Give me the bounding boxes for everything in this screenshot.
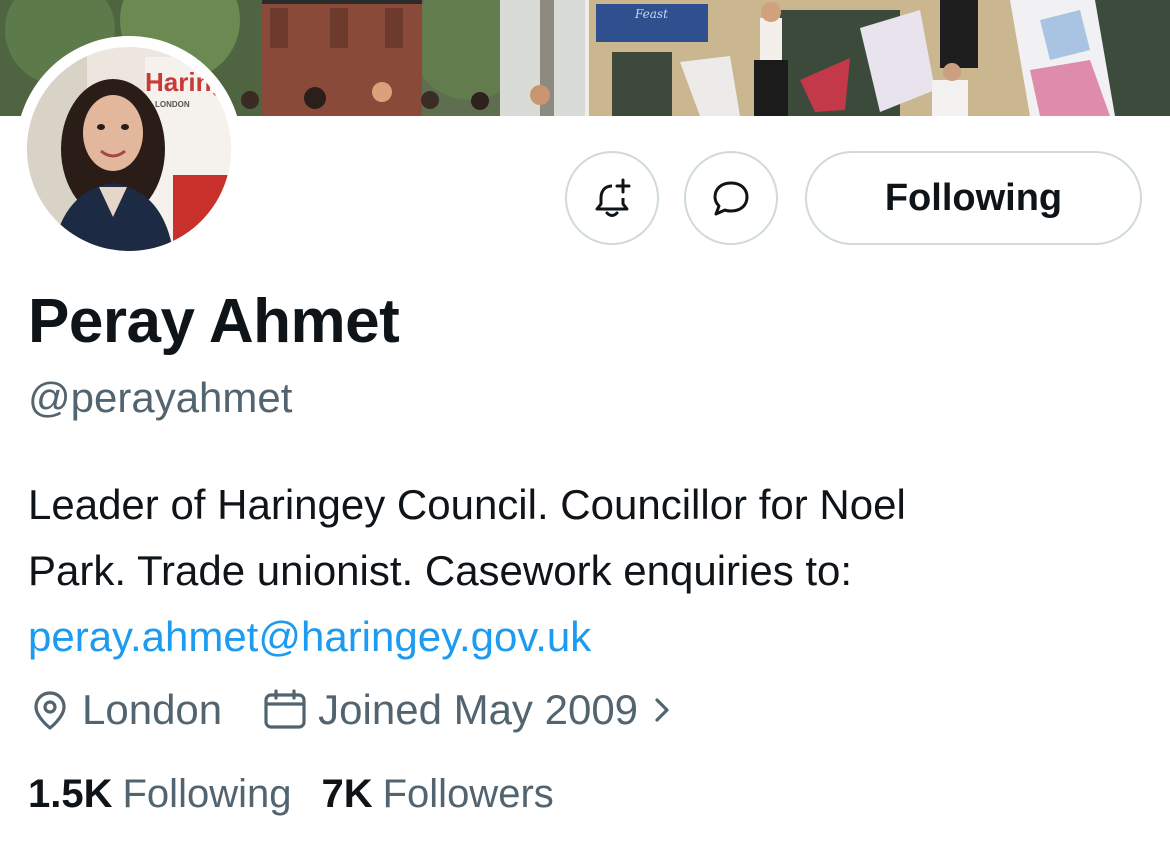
avatar-photo: Haring LONDON	[27, 47, 231, 251]
avatar[interactable]: Haring LONDON	[16, 36, 242, 262]
following-button[interactable]: Following	[805, 151, 1142, 245]
banner-sign-text: Feast	[634, 7, 668, 21]
profile-meta: London Joined May 2009	[28, 684, 672, 736]
location-text: London	[82, 686, 223, 733]
bio-line-1: Leader of Haringey Council. Councillor f…	[28, 481, 906, 528]
profile-page: Feast Haring LONDON Following Peray Ahme…	[0, 0, 1170, 860]
profile-bio: Leader of Haringey Council. Councillor f…	[28, 472, 1128, 670]
display-name: Peray Ahmet	[28, 287, 400, 356]
profile-handle: @perayahmet	[28, 374, 293, 421]
joined-text: Joined May 2009	[318, 686, 639, 733]
location: London	[28, 686, 222, 734]
following-label: Following	[122, 772, 292, 816]
bio-line-2: Park. Trade unionist. Casework enquiries…	[28, 547, 853, 594]
following-count: 1.5K	[28, 772, 113, 816]
calendar-icon	[264, 689, 306, 729]
followers-count: 7K	[321, 772, 373, 816]
location-pin-icon	[34, 691, 66, 730]
bell-plus-icon	[595, 178, 631, 217]
followers-stat[interactable]: 7K Followers	[321, 772, 553, 817]
following-stat[interactable]: 1.5K Following	[28, 772, 291, 817]
message-bubble-icon	[713, 181, 749, 216]
followers-label: Followers	[382, 772, 554, 816]
message-button[interactable]	[684, 151, 778, 245]
joined-date[interactable]: Joined May 2009	[262, 686, 672, 734]
bio-email-link[interactable]: peray.ahmet@haringey.gov.uk	[28, 613, 591, 660]
profile-stats: 1.5K Following 7K Followers	[28, 772, 554, 817]
avatar-backdrop-sublabel: LONDON	[155, 100, 190, 109]
chevron-right-icon	[655, 698, 669, 722]
notifications-button[interactable]	[565, 151, 659, 245]
